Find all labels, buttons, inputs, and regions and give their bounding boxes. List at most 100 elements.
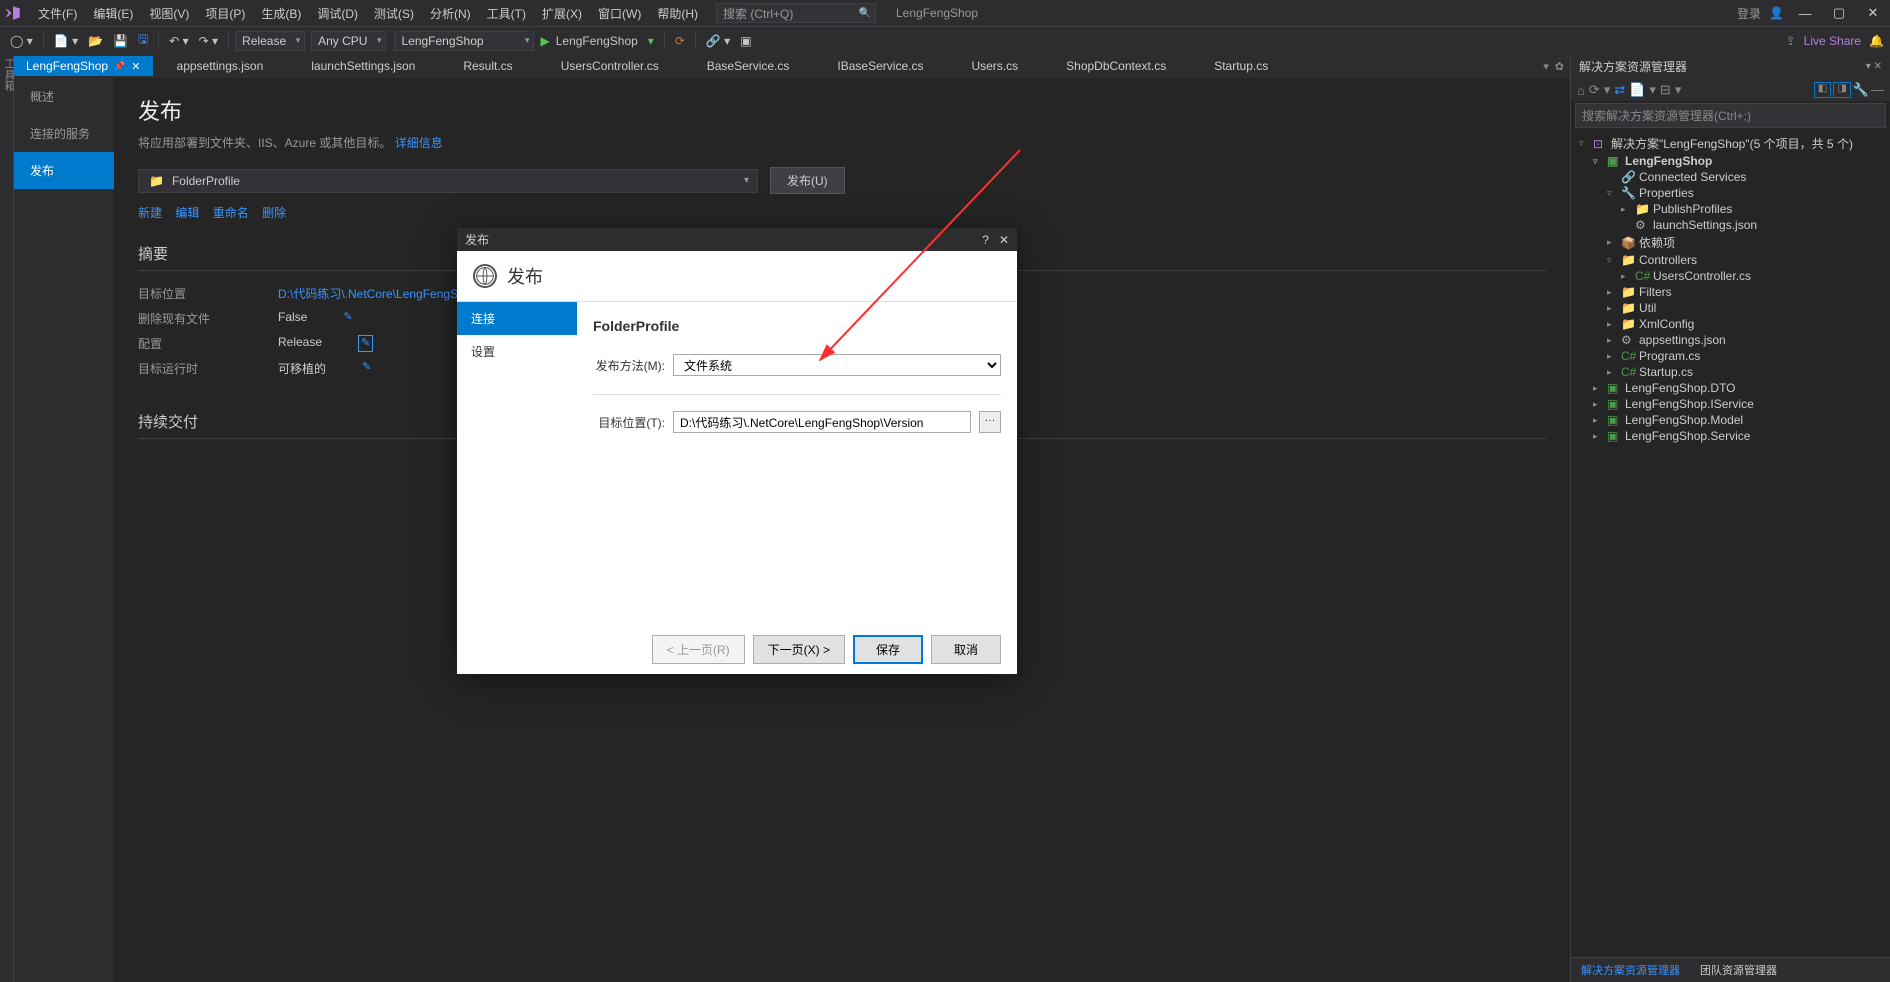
sync-button[interactable]: ⇄ [1614, 82, 1625, 98]
tree-item[interactable]: 🔗Connected Services [1571, 169, 1890, 185]
menu-item[interactable]: 窗口(W) [590, 5, 649, 23]
document-tab[interactable]: Result.cs [439, 56, 536, 76]
tree-item[interactable]: ▸C#Startup.cs [1571, 364, 1890, 380]
maximize-button[interactable]: ▢ [1826, 0, 1852, 26]
tree-item[interactable]: ▸▣LengFengShop.Model [1571, 412, 1890, 428]
team-explorer-tab[interactable]: 团队资源管理器 [1690, 958, 1787, 982]
document-tab[interactable]: ShopDbContext.cs [1042, 56, 1190, 76]
share-button[interactable]: ⇪ [1786, 34, 1796, 48]
edit-config-button[interactable]: ✎ [358, 335, 373, 352]
run-dropdown[interactable]: ▾ [644, 32, 658, 50]
wrench-button[interactable]: 🔧 [1853, 82, 1869, 98]
next-button[interactable]: 下一页(X) > [753, 635, 845, 664]
profile-new-link[interactable]: 新建 [138, 206, 162, 220]
solution-search-input[interactable]: 搜索解决方案资源管理器(Ctrl+;) [1575, 103, 1886, 128]
show-all-button[interactable]: 📄 [1629, 82, 1645, 98]
new-file-button[interactable]: 📄 ▾ [50, 32, 82, 50]
open-button[interactable]: 📂 [84, 32, 107, 50]
document-tab[interactable]: appsettings.json [153, 56, 288, 76]
menu-item[interactable]: 视图(V) [141, 5, 197, 23]
tree-item[interactable]: ▸⚙appsettings.json [1571, 332, 1890, 348]
step-settings[interactable]: 设置 [457, 335, 577, 368]
solution-explorer-tab[interactable]: 解决方案资源管理器 [1571, 958, 1690, 982]
browser-link-button[interactable]: 🔗 ▾ [702, 32, 734, 50]
tree-item[interactable]: ▸▣LengFengShop.Service [1571, 428, 1890, 444]
tree-item[interactable]: ⚙launchSettings.json [1571, 217, 1890, 233]
edit-runtime-button[interactable]: ✎ [362, 360, 371, 377]
tree-item[interactable]: ▿🔧Properties [1571, 185, 1890, 201]
menu-item[interactable]: 分析(N) [422, 5, 479, 23]
quick-search-input[interactable]: 搜索 (Ctrl+Q) [716, 3, 876, 23]
home-button[interactable]: ⌂ [1577, 83, 1585, 98]
more-button[interactable]: — [1871, 82, 1884, 98]
menu-item[interactable]: 工具(T) [479, 5, 534, 23]
menu-item[interactable]: 编辑(E) [85, 5, 141, 23]
config-dropdown[interactable]: Release [235, 31, 305, 51]
document-tab[interactable]: LengFengShop📌✕ [14, 56, 153, 76]
panel-close-button[interactable]: ✕ [1874, 61, 1882, 72]
nav-back-button[interactable]: ◯ ▾ [6, 32, 37, 50]
menu-item[interactable]: 测试(S) [366, 5, 422, 23]
edit-delete-existing-button[interactable]: ✎ [343, 310, 352, 327]
minimize-button[interactable]: — [1792, 0, 1818, 26]
pin-icon[interactable]: 📌 [114, 61, 125, 72]
tree-item[interactable]: ▸📁Filters [1571, 284, 1890, 300]
document-tab[interactable]: BaseService.cs [683, 56, 814, 76]
run-button[interactable]: LengFengShop [552, 32, 642, 50]
scope-button-1[interactable]: ◧ [1814, 82, 1831, 98]
nav-overview[interactable]: 概述 [14, 78, 114, 115]
nav-publish[interactable]: 发布 [14, 152, 114, 189]
save-button[interactable]: 💾 [109, 32, 132, 50]
undo-button[interactable]: ↶ ▾ [165, 32, 192, 50]
profile-dropdown[interactable]: 📁 FolderProfile [138, 169, 758, 193]
close-button[interactable]: ✕ [1860, 0, 1886, 26]
browse-button[interactable]: … [979, 411, 1001, 433]
cancel-button[interactable]: 取消 [931, 635, 1001, 664]
tree-item[interactable]: ▸📁Util [1571, 300, 1890, 316]
tree-item[interactable]: ▸📁XmlConfig [1571, 316, 1890, 332]
tree-item[interactable]: ▸▣LengFengShop.DTO [1571, 380, 1890, 396]
platform-dropdown[interactable]: Any CPU [311, 31, 386, 51]
menu-item[interactable]: 文件(F) [30, 5, 85, 23]
profile-rename-link[interactable]: 重命名 [213, 206, 249, 220]
menu-item[interactable]: 帮助(H) [649, 5, 706, 23]
tree-item[interactable]: ▿▣LengFengShop [1571, 153, 1890, 169]
panel-dropdown-button[interactable]: ▾ [1866, 61, 1871, 72]
target-location-input[interactable] [673, 411, 971, 433]
menu-item[interactable]: 生成(B) [253, 5, 309, 23]
tree-item[interactable]: ▸C#Program.cs [1571, 348, 1890, 364]
document-tab[interactable]: IBaseService.cs [813, 56, 947, 76]
solution-root[interactable]: ▿⊡解决方案"LengFengShop"(5 个项目，共 5 个) [1571, 134, 1890, 153]
menu-item[interactable]: 扩展(X) [534, 5, 590, 23]
avatar-icon[interactable]: 👤 [1769, 6, 1784, 20]
tree-item[interactable]: ▿📁Controllers [1571, 252, 1890, 268]
document-tab[interactable]: launchSettings.json [287, 56, 439, 76]
publish-button[interactable]: 发布(U) [770, 167, 845, 194]
tree-item[interactable]: ▸📦依赖项 [1571, 233, 1890, 252]
notifications-icon[interactable]: 🔔 [1869, 34, 1884, 48]
tabs-dropdown-button[interactable]: ▾ [1543, 60, 1549, 73]
document-tab[interactable]: Users.cs [947, 56, 1042, 76]
tabs-settings-button[interactable]: ✿ [1555, 60, 1564, 73]
live-share-button[interactable]: Live Share [1804, 34, 1861, 48]
save-all-button[interactable]: 🖫 [134, 28, 152, 53]
profile-delete-link[interactable]: 删除 [262, 206, 286, 220]
nav-connected-services[interactable]: 连接的服务 [14, 115, 114, 152]
menu-item[interactable]: 调试(D) [309, 5, 366, 23]
publish-method-select[interactable]: 文件系统 [673, 354, 1001, 376]
refresh-button[interactable]: ⟳ [671, 32, 689, 50]
tree-item[interactable]: ▸C#UsersController.cs [1571, 268, 1890, 284]
dialog-close-button[interactable]: ✕ [999, 233, 1009, 247]
tree-item[interactable]: ▸▣LengFengShop.IService [1571, 396, 1890, 412]
dialog-help-button[interactable]: ? [982, 233, 989, 247]
menu-item[interactable]: 项目(P) [197, 5, 253, 23]
tree-item[interactable]: ▸📁PublishProfiles [1571, 201, 1890, 217]
step-connect[interactable]: 连接 [457, 302, 577, 335]
profile-edit-link[interactable]: 编辑 [175, 206, 199, 220]
close-tab-button[interactable]: ✕ [131, 60, 140, 73]
save-button[interactable]: 保存 [853, 635, 923, 664]
collapse-button[interactable]: ⊟ [1660, 82, 1671, 98]
details-link[interactable]: 详细信息 [395, 136, 443, 150]
scope-button-2[interactable]: ◨ [1833, 82, 1850, 98]
startup-project-dropdown[interactable]: LengFengShop [394, 31, 534, 51]
